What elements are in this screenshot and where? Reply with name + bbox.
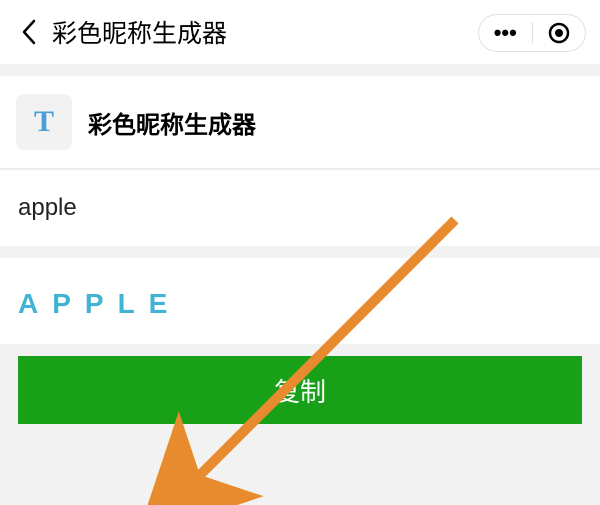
page-title: 彩色昵称生成器 bbox=[52, 14, 227, 50]
spacer bbox=[0, 344, 600, 356]
nickname-input[interactable]: apple bbox=[0, 169, 600, 246]
input-value: apple bbox=[18, 194, 77, 221]
back-button[interactable] bbox=[12, 14, 48, 50]
spacer bbox=[0, 64, 600, 76]
capsule-actions: ••• bbox=[478, 14, 586, 52]
menu-button[interactable]: ••• bbox=[479, 20, 532, 46]
spacer bbox=[0, 246, 600, 258]
output-text: APPLE bbox=[18, 288, 181, 319]
close-button[interactable] bbox=[533, 22, 586, 44]
header: 彩色昵称生成器 ••• bbox=[0, 0, 600, 64]
generated-nickname: APPLE bbox=[0, 258, 600, 344]
copy-button[interactable]: 复制 bbox=[18, 356, 582, 424]
chevron-left-icon bbox=[20, 18, 40, 46]
app-info-card[interactable]: T 彩色昵称生成器 bbox=[0, 76, 600, 169]
more-icon: ••• bbox=[494, 20, 517, 46]
app-icon: T bbox=[16, 94, 72, 150]
target-icon bbox=[548, 22, 570, 44]
app-name: 彩色昵称生成器 bbox=[88, 105, 256, 140]
copy-label: 复制 bbox=[274, 372, 326, 409]
